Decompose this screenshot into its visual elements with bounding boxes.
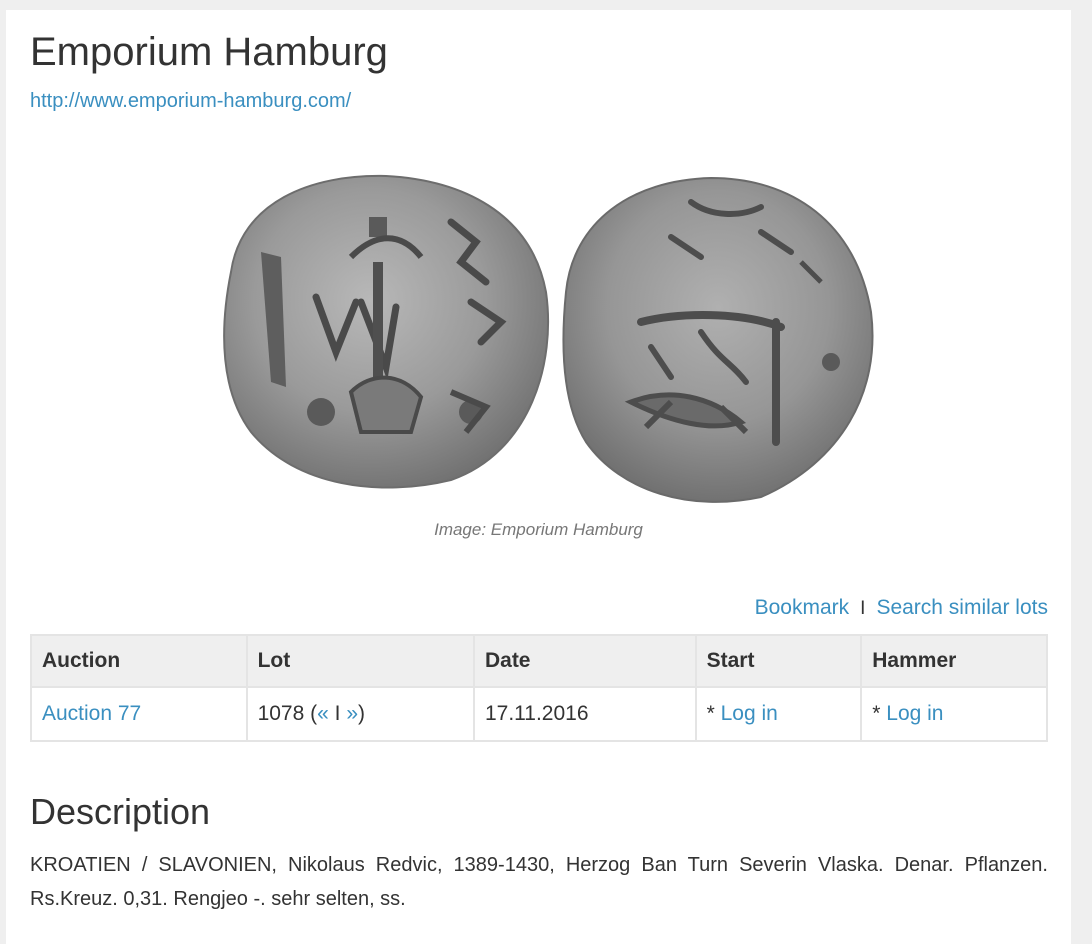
coin-image[interactable] bbox=[201, 162, 881, 522]
search-similar-lots-link[interactable]: Search similar lots bbox=[876, 596, 1048, 619]
hammer-cell: * Log in bbox=[860, 686, 1048, 742]
lot-actions: Bookmark I Search similar lots bbox=[755, 595, 1048, 622]
lot-close-paren: ) bbox=[358, 702, 366, 725]
action-separator: I bbox=[860, 598, 866, 619]
image-caption: Image: Emporium Hamburg bbox=[434, 520, 643, 539]
table-header-row: Auction Lot Date Start Hammer bbox=[30, 634, 1048, 688]
coin-reverse bbox=[562, 176, 874, 503]
auction-link[interactable]: Auction 77 bbox=[42, 702, 141, 725]
column-header-start: Start bbox=[694, 634, 863, 688]
column-header-hammer: Hammer bbox=[860, 634, 1048, 688]
hammer-login-link[interactable]: Log in bbox=[886, 702, 943, 725]
table-row: Auction 77 1078 (« I ») 17.11.2016 * Log… bbox=[30, 686, 1048, 742]
previous-lot-link[interactable]: « bbox=[317, 702, 329, 725]
column-header-date: Date bbox=[472, 634, 697, 688]
page-title: Emporium Hamburg bbox=[30, 30, 388, 74]
lot-table: Auction Lot Date Start Hammer Auction 77… bbox=[30, 634, 1048, 742]
start-prefix: * bbox=[706, 702, 721, 725]
date-cell: 17.11.2016 bbox=[472, 686, 697, 742]
description-text: KROATIEN / SLAVONIEN, Nikolaus Redvic, 1… bbox=[30, 854, 1048, 910]
lot-cell: 1078 (« I ») bbox=[245, 686, 475, 742]
next-lot-link[interactable]: » bbox=[346, 702, 358, 725]
lot-panel: Emporium Hamburg http://www.emporium-ham… bbox=[6, 10, 1071, 944]
hammer-prefix: * bbox=[872, 702, 887, 725]
description-heading: Description bbox=[30, 791, 211, 832]
coin-obverse bbox=[223, 174, 550, 489]
lot-number: 1078 bbox=[257, 702, 305, 725]
column-header-lot: Lot bbox=[245, 634, 475, 688]
bookmark-link[interactable]: Bookmark bbox=[755, 596, 850, 619]
start-login-link[interactable]: Log in bbox=[721, 702, 778, 725]
lot-nav-separator: I bbox=[328, 702, 347, 725]
auctioneer-website-link[interactable]: http://www.emporium-hamburg.com/ bbox=[30, 89, 351, 113]
column-header-auction: Auction bbox=[30, 634, 248, 688]
start-cell: * Log in bbox=[694, 686, 863, 742]
auction-cell: Auction 77 bbox=[30, 686, 248, 742]
